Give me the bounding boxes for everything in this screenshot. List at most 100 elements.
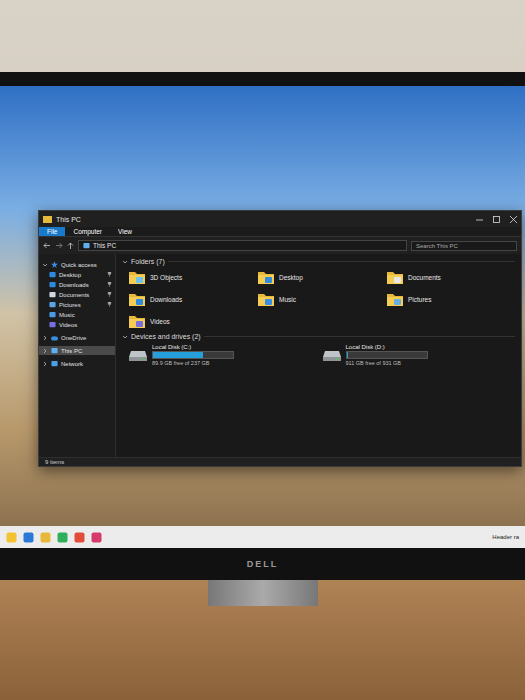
taskbar: Header ra — [0, 526, 525, 548]
video-icon — [49, 321, 56, 328]
close-icon[interactable] — [510, 216, 517, 223]
photo-scene: This PC FileComputerView This PC Search Thi… — [0, 0, 525, 700]
window-body: Quick accessDesktopDownloadsDocumentsPic… — [39, 254, 521, 457]
monitor-stand — [208, 580, 318, 606]
monitor: This PC FileComputerView This PC Search Thi… — [0, 72, 525, 580]
address-bar[interactable]: This PC — [78, 240, 407, 251]
explorer-icon — [43, 215, 52, 223]
collapse-chevron-icon[interactable] — [122, 334, 128, 340]
sidebar-item[interactable]: OneDrive — [39, 333, 115, 342]
wall — [0, 0, 525, 72]
drive-name: Local Disk (D:) — [346, 344, 428, 350]
file-explorer-icon[interactable] — [40, 532, 51, 543]
maximize-icon[interactable] — [493, 216, 500, 223]
window-title: This PC — [56, 216, 81, 223]
drive-grid: Local Disk (C:)89.9 GB free of 237 GBLoc… — [122, 344, 515, 366]
sidebar-item[interactable]: This PC — [39, 346, 115, 355]
sidebar-item[interactable]: Desktop — [39, 270, 115, 279]
pin-icon[interactable] — [107, 302, 112, 307]
address-text: This PC — [93, 242, 116, 249]
drive-free-space: 89.9 GB free of 237 GB — [152, 360, 234, 366]
sidebar-item[interactable]: Downloads — [39, 280, 115, 289]
pic-icon — [49, 301, 56, 308]
expand-chevron-icon[interactable] — [42, 361, 48, 367]
pc-icon — [83, 242, 90, 249]
drive-icon — [322, 348, 342, 362]
folder-icon — [386, 269, 404, 285]
drive-free-space: 911 GB free of 931 GB — [346, 360, 428, 366]
expand-chevron-icon[interactable] — [42, 348, 48, 354]
folder-icon — [128, 291, 146, 307]
drive-name: Local Disk (C:) — [152, 344, 234, 350]
music-icon — [49, 311, 56, 318]
drive-item[interactable]: Local Disk (D:) 911 GB free of 931 GB — [322, 344, 516, 366]
ribbon-tab[interactable]: File — [39, 227, 65, 236]
folder-item[interactable]: Music — [257, 291, 386, 307]
sidebar-item[interactable]: Videos — [39, 320, 115, 329]
folder-item[interactable]: Downloads — [128, 291, 257, 307]
star-icon — [51, 261, 58, 268]
app-icon[interactable] — [91, 532, 102, 543]
sidebar: Quick accessDesktopDownloadsDocumentsPic… — [39, 254, 116, 457]
up-arrow-icon[interactable] — [67, 242, 74, 250]
screen: This PC FileComputerView This PC Search Thi… — [0, 86, 525, 548]
folder-icon — [128, 313, 146, 329]
sidebar-item[interactable]: Quick access — [39, 260, 115, 269]
ribbon-tab[interactable]: Computer — [65, 227, 110, 236]
folder-item[interactable]: Documents — [386, 269, 515, 285]
expand-chevron-icon[interactable] — [42, 262, 48, 268]
drive-icon — [128, 348, 148, 362]
section-header[interactable]: Devices and drives (2) — [122, 333, 515, 340]
folder-icon — [257, 269, 275, 285]
explorer-window[interactable]: This PC FileComputerView This PC Search Thi… — [38, 210, 522, 467]
collapse-chevron-icon[interactable] — [122, 259, 128, 265]
pc-icon — [51, 347, 58, 354]
usage-fill — [347, 352, 349, 358]
cloud-icon — [51, 334, 58, 341]
expand-chevron-icon[interactable] — [42, 335, 48, 341]
pin-icon[interactable] — [107, 282, 112, 287]
bezel-bottom: DELL — [0, 548, 525, 580]
chrome-icon[interactable] — [74, 532, 85, 543]
pin-icon[interactable] — [107, 292, 112, 297]
download-icon — [49, 281, 56, 288]
folder-item[interactable]: 3D Objects — [128, 269, 257, 285]
pin-icon[interactable] — [107, 272, 112, 277]
folder-icon — [128, 269, 146, 285]
forward-arrow-icon[interactable] — [55, 242, 63, 249]
folder-item[interactable]: Desktop — [257, 269, 386, 285]
drive-item[interactable]: Local Disk (C:) 89.9 GB free of 237 GB — [128, 344, 322, 366]
minimize-icon[interactable] — [476, 216, 483, 223]
window-controls — [476, 216, 517, 223]
content-pane: Folders (7) 3D ObjectsDesktopDocuments Dow… — [116, 254, 521, 457]
tray-text[interactable]: Header ra — [492, 534, 519, 540]
ribbon-tabs: FileComputerView — [39, 227, 521, 237]
edge-icon[interactable] — [23, 532, 34, 543]
sidebar-item[interactable]: Network — [39, 359, 115, 368]
folder-icon — [386, 291, 404, 307]
folder-icon — [257, 291, 275, 307]
desk — [0, 580, 525, 700]
ribbon-tab[interactable]: View — [110, 227, 140, 236]
doc-icon — [49, 291, 56, 298]
folder-item[interactable]: Videos — [128, 313, 257, 329]
status-bar: 9 items — [39, 457, 521, 466]
folder-grid: 3D ObjectsDesktopDocuments DownloadsMusic… — [122, 269, 515, 329]
desktop-icon — [49, 271, 56, 278]
sidebar-item[interactable]: Music — [39, 310, 115, 319]
title-bar[interactable]: This PC — [39, 211, 521, 227]
app-icon[interactable] — [57, 532, 68, 543]
back-arrow-icon[interactable] — [43, 242, 51, 249]
network-icon — [51, 360, 58, 367]
copilot-icon[interactable] — [6, 532, 17, 543]
usage-bar — [152, 351, 234, 359]
sidebar-item[interactable]: Pictures — [39, 300, 115, 309]
sidebar-item[interactable]: Documents — [39, 290, 115, 299]
usage-bar — [346, 351, 428, 359]
brand-logo: DELL — [247, 559, 279, 569]
search-field[interactable]: Search This PC — [411, 241, 517, 251]
usage-fill — [153, 352, 203, 358]
address-row: This PC Search This PC — [39, 237, 521, 254]
section-header[interactable]: Folders (7) — [122, 258, 515, 265]
folder-item[interactable]: Pictures — [386, 291, 515, 307]
